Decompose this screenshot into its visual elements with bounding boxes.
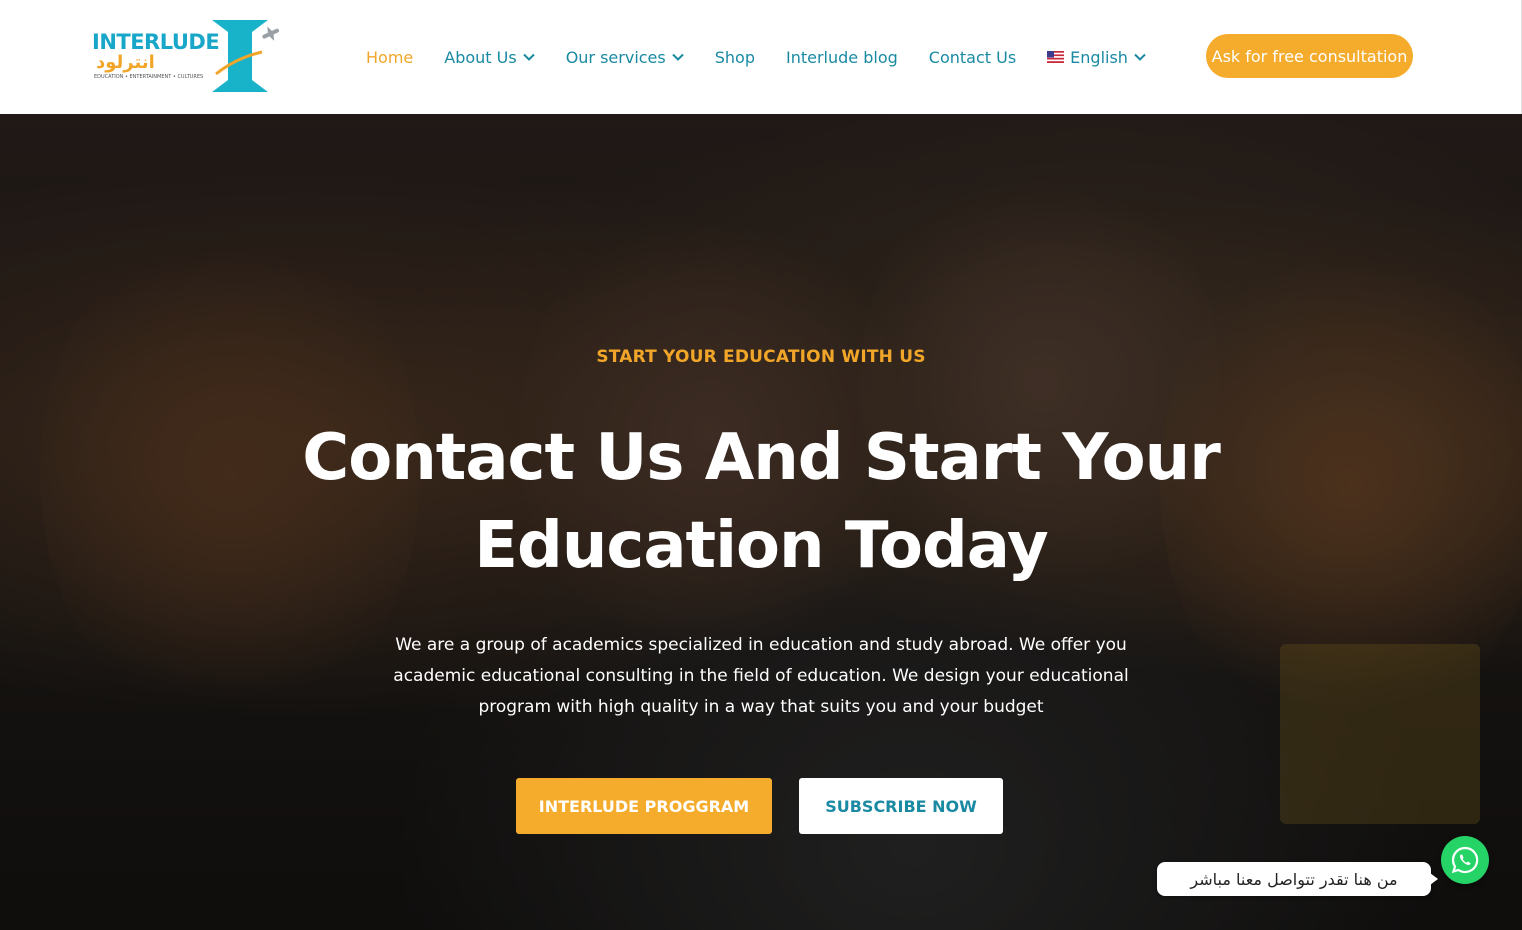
us-flag-icon	[1047, 51, 1065, 63]
language-label: English	[1070, 47, 1128, 67]
site-header: INTERLUDE انترلود EDUCATION • ENTERTAINM…	[0, 0, 1522, 114]
interlude-program-button[interactable]: INTERLUDE PROGGRAM	[516, 778, 772, 834]
free-consultation-button[interactable]: Ask for free consultation	[1206, 34, 1413, 78]
nav-item-label: Home	[366, 47, 414, 67]
whatsapp-icon	[1451, 846, 1479, 874]
hero-eyebrow: START YOUR EDUCATION WITH US	[596, 347, 926, 367]
nav-item-label: Contact Us	[928, 47, 1017, 67]
nav-item-label: Our services	[565, 47, 666, 67]
chevron-down-icon	[672, 53, 684, 61]
nav-item-label: Interlude blog	[785, 47, 898, 67]
nav-item-contact-us[interactable]: Contact Us	[929, 48, 1016, 67]
language-selector[interactable]: English	[1047, 48, 1146, 67]
whatsapp-button[interactable]	[1441, 836, 1489, 884]
whatsapp-chat-bubble[interactable]: من هنا تقدر تتواصل معنا مباشر	[1157, 862, 1438, 896]
hero-section: START YOUR EDUCATION WITH US Contact Us …	[0, 114, 1522, 930]
nav-item-about-us[interactable]: About Us	[444, 47, 535, 67]
nav-item-shop[interactable]: Shop	[715, 48, 755, 67]
nav-item-home[interactable]: Home	[366, 48, 413, 67]
subscribe-now-button[interactable]: SUBSCRIBE NOW	[799, 778, 1003, 834]
logo-tagline: EDUCATION • ENTERTAINMENT • CULTURES	[94, 74, 204, 80]
main-nav: Home About Us Our services Shop Interlud…	[366, 44, 1177, 70]
nav-item-label: About Us	[444, 47, 517, 67]
hero-description: We are a group of academics specialized …	[393, 635, 1129, 717]
nav-item-our-services[interactable]: Our services	[566, 48, 684, 67]
chevron-down-icon	[1134, 53, 1146, 61]
nav-item-label: Shop	[714, 47, 755, 67]
hero-headline: Contact Us And Start Your Education Toda…	[302, 421, 1221, 583]
logo-text-en: INTERLUDE	[92, 30, 220, 54]
site-logo[interactable]: INTERLUDE انترلود EDUCATION • ENTERTAINM…	[92, 18, 280, 94]
logo-mark-icon	[212, 20, 280, 92]
chevron-down-icon	[522, 53, 535, 61]
logo-text-ar: انترلود	[96, 52, 155, 73]
nav-item-interlude-blog[interactable]: Interlude blog	[786, 48, 898, 67]
